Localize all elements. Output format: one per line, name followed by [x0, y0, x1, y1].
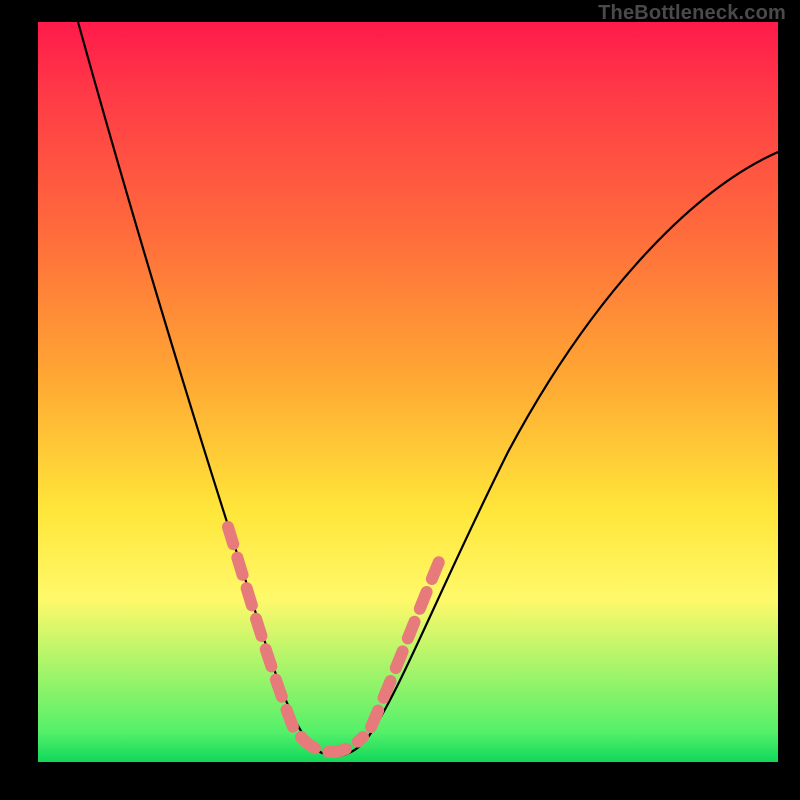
marker-segment-right — [371, 552, 443, 727]
bottleneck-curve — [78, 22, 778, 756]
plot-area — [38, 22, 778, 762]
marker-segment-left — [228, 527, 293, 727]
curve-layer — [38, 22, 778, 762]
chart-frame: TheBottleneck.com — [0, 0, 800, 800]
